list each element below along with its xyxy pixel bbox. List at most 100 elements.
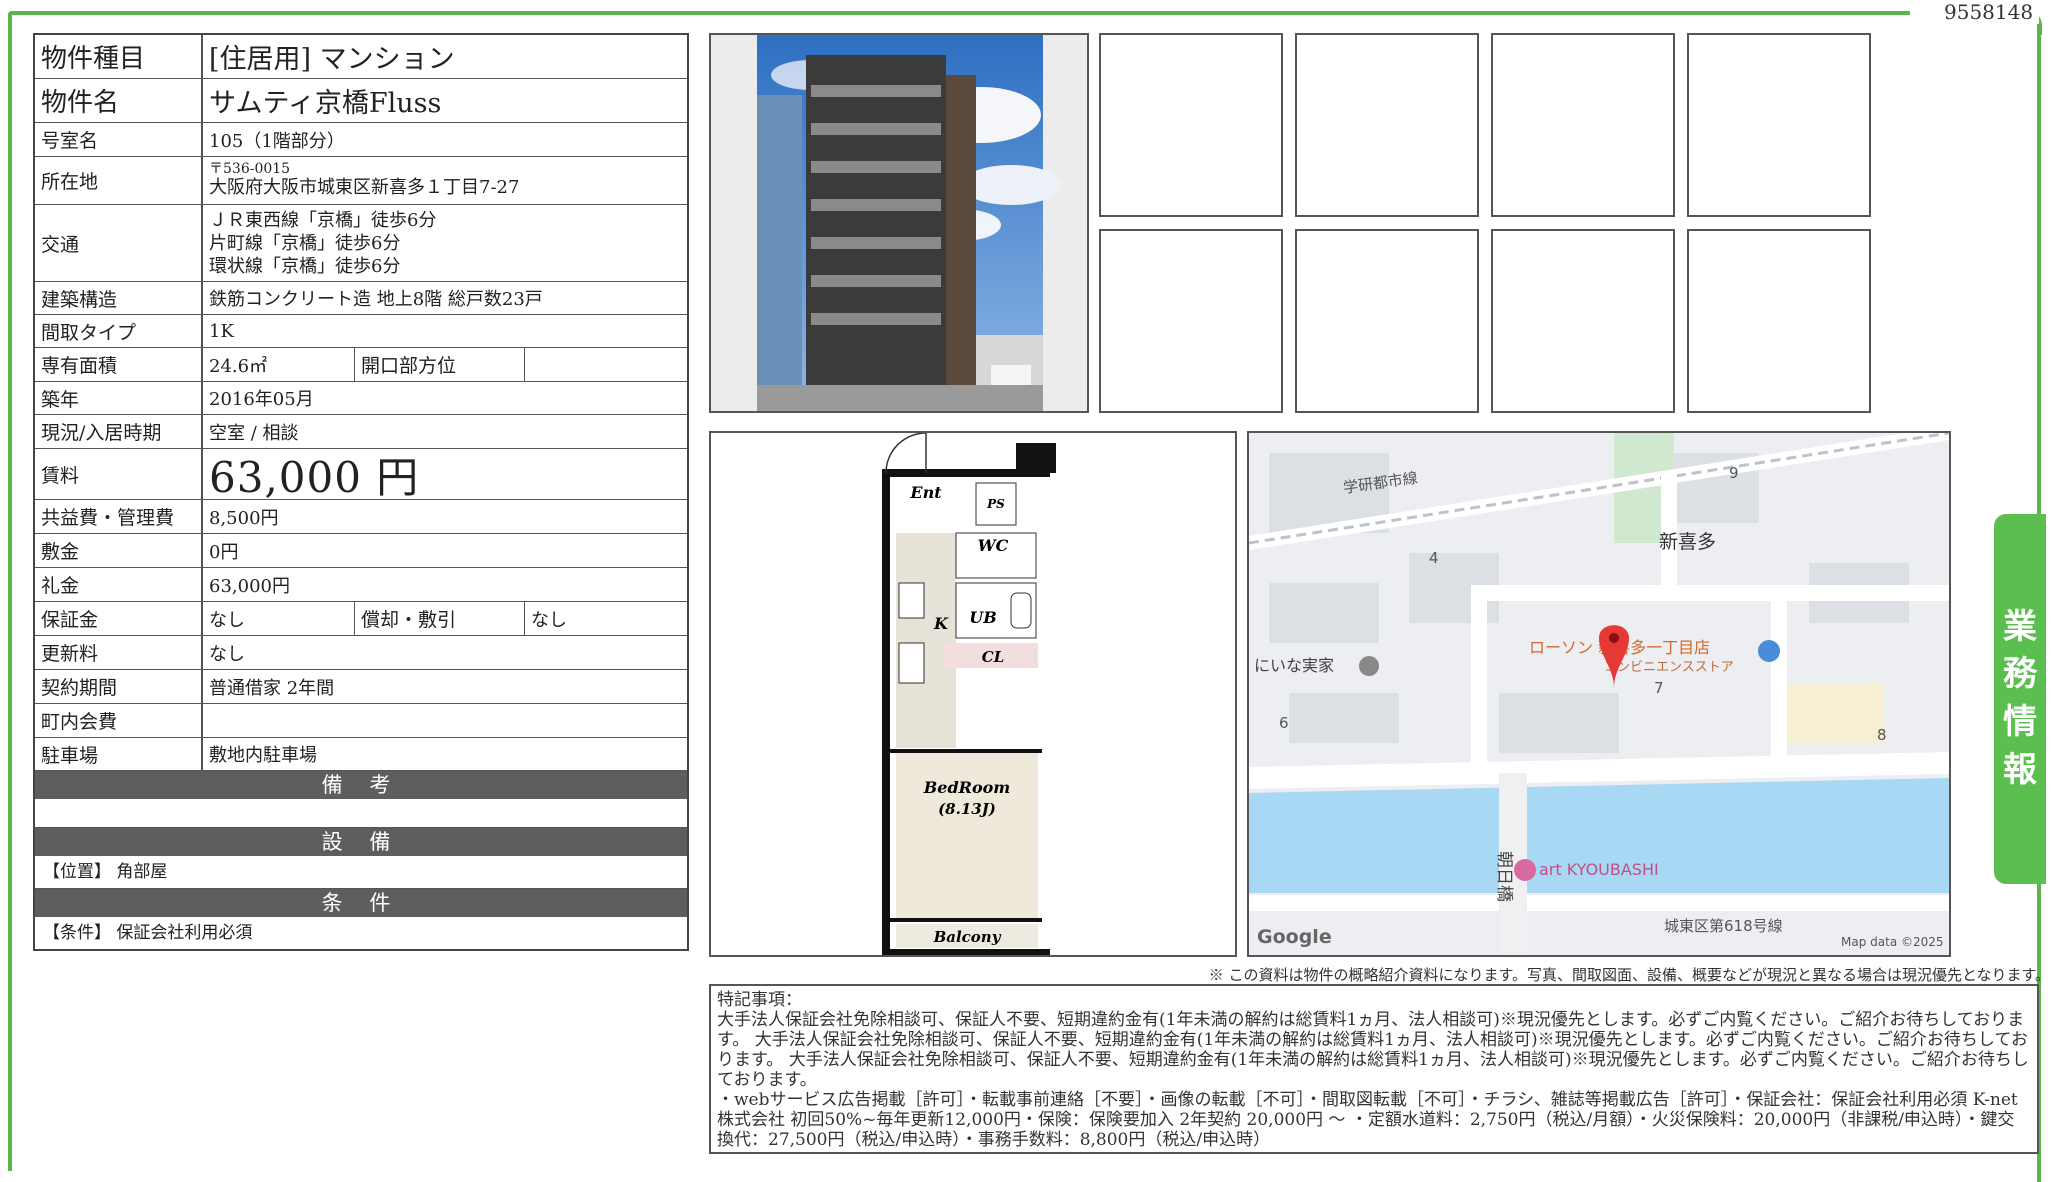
row-renewal: 更新料 なし [35, 636, 687, 670]
label: 契約期間 [35, 670, 203, 703]
value: なし [209, 643, 245, 665]
label: 間取タイプ [35, 315, 203, 347]
map-art-name: art KYOUBASHI [1539, 860, 1659, 879]
label: 共益費・管理費 [35, 500, 203, 533]
remarks-content [35, 799, 687, 828]
map-number: 4 [1429, 549, 1439, 567]
row-deposit: 敷金 0円 [35, 534, 687, 568]
balcony-label: Balcony [933, 928, 1002, 946]
value: 8,500円 [209, 507, 279, 529]
conditions-note: 【条件】 保証会社利用必須 [43, 923, 253, 943]
floor-plan-drawing: PS Ent WC UB K CL BedRoom (8.13J) Balcon… [882, 432, 1056, 957]
building-photo[interactable] [709, 33, 1089, 413]
label: 専有面積 [35, 348, 203, 381]
property-name: サムティ京橋Fluss [209, 88, 442, 119]
map-shop-name: にいな実家 [1254, 656, 1334, 675]
value: 1K [209, 320, 234, 342]
ps-label: PS [986, 497, 1005, 511]
conditions-band: 条 件 [35, 889, 687, 917]
row-contract: 契約期間 普通借家 2年間 [35, 670, 687, 704]
label: 礼金 [35, 568, 203, 601]
row-access: 交通 ＪＲ東西線「京橋」徒歩6分 片町線「京橋」徒歩6分 環状線「京橋」徒歩6分 [35, 205, 687, 282]
business-info-tab[interactable]: 業 務 情 報 [1994, 514, 2046, 884]
floor-plan[interactable]: PS Ent WC UB K CL BedRoom (8.13J) Balcon… [709, 431, 1237, 957]
label: 敷金 [35, 534, 203, 567]
building-photo-image [711, 35, 1087, 411]
address: 大阪府大阪市城東区新喜多１丁目7-27 [209, 177, 520, 198]
photo-thumbnail[interactable] [1295, 33, 1479, 217]
access-line: 環状線「京橋」徒歩6分 [209, 255, 401, 277]
photo-thumbnail[interactable] [1491, 229, 1675, 413]
row-community: 町内会費 [35, 704, 687, 738]
row-structure: 建築構造 鉄筋コンクリート造 地上8階 総戸数23戸 [35, 282, 687, 315]
remarks-title: 特記事項： [717, 990, 802, 1010]
photo-thumbnail[interactable] [1687, 229, 1871, 413]
remarks-band: 備 考 [35, 771, 687, 799]
map-data-credit: Map data ©2025 [1841, 935, 1944, 949]
side-tab-char: 業 [2003, 606, 2037, 647]
row-rent: 賃料 63,000 円 [35, 449, 687, 502]
map-route-name: 城東区第618号線 [1664, 917, 1783, 935]
label: 現況/入居時期 [35, 415, 203, 448]
side-tab-char: 報 [2003, 749, 2037, 790]
map-store-sub: コンビニエンスストア [1604, 660, 1734, 675]
disclaimer-text: ※ この資料は物件の概略紹介資料になります。写真、間取図面、設備、概要などが現況… [1208, 966, 2050, 984]
map-canvas: 学研都市線 新喜多 ローソン 新喜多一丁目店 コンビニエンスストア にいな実家 … [1249, 433, 1949, 955]
ub-label: UB [969, 608, 996, 627]
map-number: 7 [1654, 679, 1664, 697]
label: 築年 [35, 382, 203, 414]
equipment-band: 設 備 [35, 828, 687, 856]
access-line: 片町線「京橋」徒歩6分 [209, 232, 401, 254]
label: 駐車場 [35, 738, 203, 770]
direction-label: 開口部方位 [355, 348, 525, 381]
value: 普通借家 2年間 [209, 677, 335, 699]
row-built: 築年 2016年05月 [35, 382, 687, 415]
row-name: 物件名 サムティ京橋Fluss [35, 79, 687, 123]
map-number: 6 [1279, 714, 1289, 732]
label: 町内会費 [35, 704, 203, 737]
ent-label: Ent [909, 483, 942, 502]
access-line: ＪＲ東西線「京橋」徒歩6分 [209, 209, 437, 231]
photo-thumbnail[interactable] [1687, 33, 1871, 217]
cl-label: CL [982, 648, 1005, 666]
row-type: 物件種目 [住居用] マンション [35, 35, 687, 79]
row-room: 号室名 105（1階部分） [35, 123, 687, 157]
special-remarks: 特記事項： 大手法人保証会社免除相談可、保証人不要、短期違約金有(1年未満の解約… [709, 984, 2039, 1154]
label: 号室名 [35, 123, 203, 156]
remarks-terms: ・webサービス広告掲載［許可］・転載事前連絡［不要］・画像の転載［不可］・間取… [717, 1090, 2018, 1150]
value: 63,000円 [209, 575, 290, 597]
row-guarantee: 保証金 なし 償却・敷引 なし [35, 602, 687, 636]
label: 物件名 [35, 79, 203, 122]
bedroom-size: (8.13J) [938, 800, 996, 818]
row-parking: 駐車場 敷地内駐車場 [35, 738, 687, 771]
direction-value [525, 348, 687, 381]
row-fee: 共益費・管理費 8,500円 [35, 500, 687, 534]
value: [住居用] マンション [209, 44, 455, 75]
row-area: 専有面積 24.6㎡ 開口部方位 [35, 348, 687, 382]
value: 2016年05月 [209, 389, 314, 410]
label: 物件種目 [35, 35, 203, 78]
amort-label: 償却・敷引 [355, 602, 525, 635]
value: 0円 [209, 541, 239, 563]
bedroom-label: BedRoom [923, 778, 1010, 797]
location-map[interactable]: 学研都市線 新喜多 ローソン 新喜多一丁目店 コンビニエンスストア にいな実家 … [1247, 431, 1951, 957]
google-logo: Google [1257, 926, 1332, 948]
value: 鉄筋コンクリート造 地上8階 総戸数23戸 [209, 289, 543, 310]
area-value: 24.6㎡ [203, 348, 355, 381]
row-layout: 間取タイプ 1K [35, 315, 687, 348]
side-tab-char: 情 [2003, 702, 2037, 742]
photo-thumbnail[interactable] [1099, 33, 1283, 217]
frame-border-left [8, 11, 12, 1171]
label: 更新料 [35, 636, 203, 669]
equipment-note: 【位置】 角部屋 [35, 856, 687, 889]
row-address: 所在地 〒536-0015 大阪府大阪市城東区新喜多１丁目7-27 [35, 157, 687, 205]
property-table: 物件種目 [住居用] マンション 物件名 サムティ京橋Fluss 号室名 105… [33, 33, 689, 951]
photo-thumbnail[interactable] [1491, 33, 1675, 217]
wc-label: WC [978, 536, 1009, 555]
map-number: 9 [1729, 464, 1739, 482]
photo-thumbnail[interactable] [1295, 229, 1479, 413]
amort-value: なし [531, 609, 567, 631]
photo-thumbnail[interactable] [1099, 229, 1283, 413]
value: 105（1階部分） [209, 130, 345, 152]
document-id: 9558148 [1938, 0, 2040, 24]
